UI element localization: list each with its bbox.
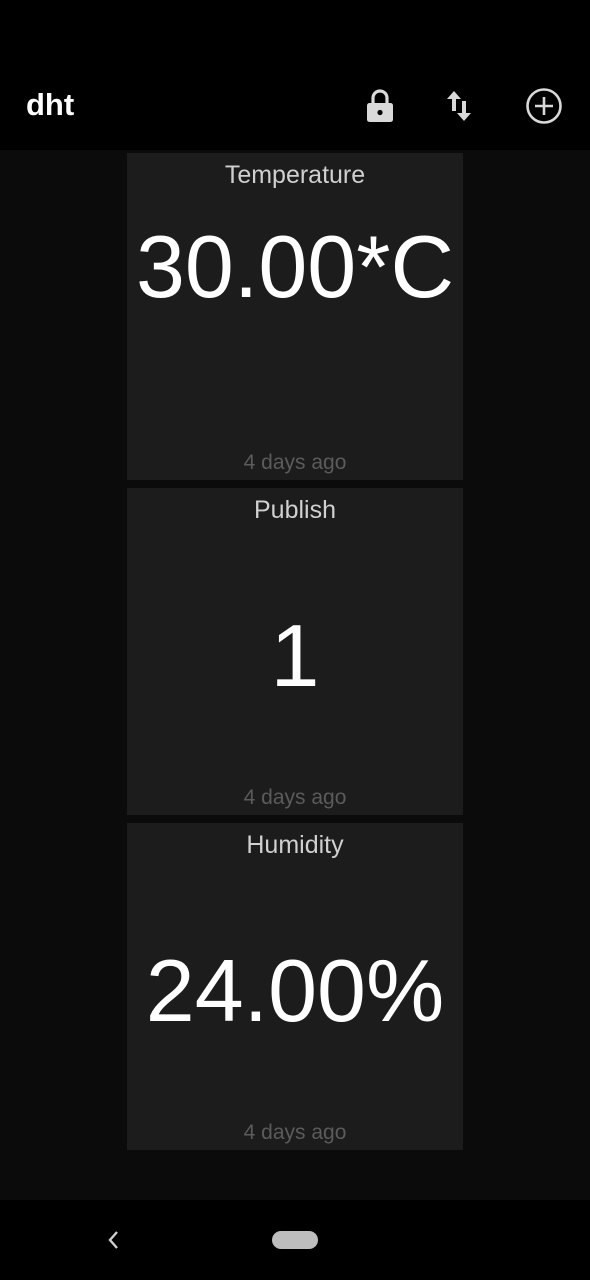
tile-publish[interactable]: Publish 1 4 days ago <box>127 488 463 815</box>
tile-timestamp: 4 days ago <box>243 451 347 474</box>
navigation-bar <box>0 1200 590 1280</box>
tile-temperature[interactable]: Temperature 30.00*C 4 days ago <box>127 153 463 480</box>
add-button[interactable] <box>520 82 568 130</box>
tile-value: 30.00*C <box>135 217 454 316</box>
tile-value: 24.00% <box>145 941 445 1040</box>
sort-button[interactable] <box>435 82 483 130</box>
tile-timestamp: 4 days ago <box>243 786 347 809</box>
app-title: dht <box>26 87 75 122</box>
tile-humidity[interactable]: Humidity 24.00% 4 days ago <box>127 823 463 1150</box>
status-bar <box>0 0 590 60</box>
tile-timestamp: 4 days ago <box>243 1121 347 1144</box>
tile-title: Publish <box>254 496 336 524</box>
home-button[interactable] <box>272 1231 318 1249</box>
app-bar: dht <box>0 60 590 150</box>
swap-vertical-icon <box>447 91 471 121</box>
back-button[interactable] <box>96 1222 132 1258</box>
dashboard: Temperature 30.00*C 4 days ago Publish 1… <box>0 150 590 1200</box>
tile-value: 1 <box>270 606 320 705</box>
tile-title: Humidity <box>246 831 344 859</box>
tile-title: Temperature <box>224 161 366 189</box>
add-circle-icon <box>526 88 562 124</box>
lock-button[interactable] <box>356 82 404 130</box>
chevron-left-icon <box>108 1231 118 1249</box>
lock-icon <box>367 89 393 122</box>
